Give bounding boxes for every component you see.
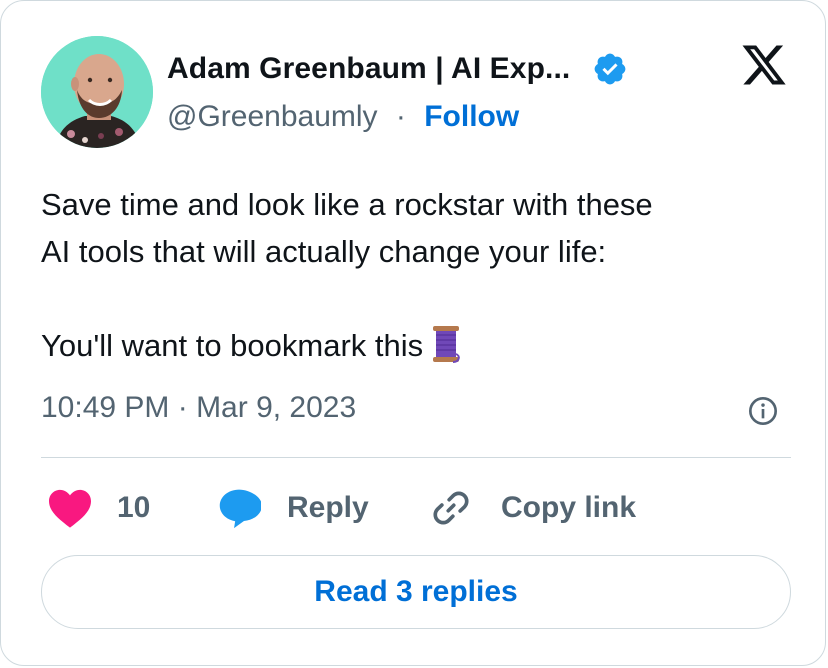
tweet-line-break <box>41 275 801 322</box>
spool-of-thread-emoji <box>431 324 461 364</box>
separator-dot: · <box>395 100 406 133</box>
reply-button[interactable]: Reply <box>217 483 369 533</box>
author-name[interactable]: Adam Greenbaum | AI Exp... <box>167 52 570 86</box>
author-name-row: Adam Greenbaum | AI Exp... <box>167 49 628 89</box>
tweet-card: Adam Greenbaum | AI Exp... @Greenbaumly … <box>0 0 826 666</box>
copy-link-label: Copy link <box>501 491 637 524</box>
link-icon <box>433 491 469 525</box>
speech-bubble-icon <box>219 489 261 529</box>
tweet-timestamp[interactable]: 10:49 PM · Mar 9, 2023 <box>41 391 356 425</box>
copy-link-button[interactable]: Copy link <box>429 483 636 533</box>
heart-icon <box>49 489 91 528</box>
author-handle[interactable]: @Greenbaumly <box>167 100 378 133</box>
x-logo-icon[interactable] <box>739 41 789 89</box>
profile-photo <box>41 36 153 148</box>
avatar[interactable] <box>41 36 153 148</box>
tweet-line-4: You'll want to bookmark this <box>41 322 801 369</box>
reply-label: Reply <box>287 491 369 524</box>
tweet-line-4-text: You'll want to bookmark this <box>41 328 424 363</box>
action-bar: 10 Reply Copy link <box>1 483 827 533</box>
tweet-line-2: AI tools that will actually change your … <box>41 234 607 269</box>
like-count: 10 <box>117 491 151 524</box>
handle-row: @Greenbaumly · Follow <box>167 100 519 134</box>
read-replies-button[interactable]: Read 3 replies <box>41 555 791 629</box>
like-button[interactable]: 10 <box>47 483 150 533</box>
follow-link[interactable]: Follow <box>424 100 519 133</box>
verified-badge-icon <box>592 51 628 87</box>
info-icon[interactable] <box>747 395 779 427</box>
tweet-line-1: Save time and look like a rockstar with … <box>41 187 653 222</box>
tweet-text: Save time and look like a rockstar with … <box>41 181 801 369</box>
divider <box>41 457 791 458</box>
read-replies-label: Read 3 replies <box>314 575 518 608</box>
